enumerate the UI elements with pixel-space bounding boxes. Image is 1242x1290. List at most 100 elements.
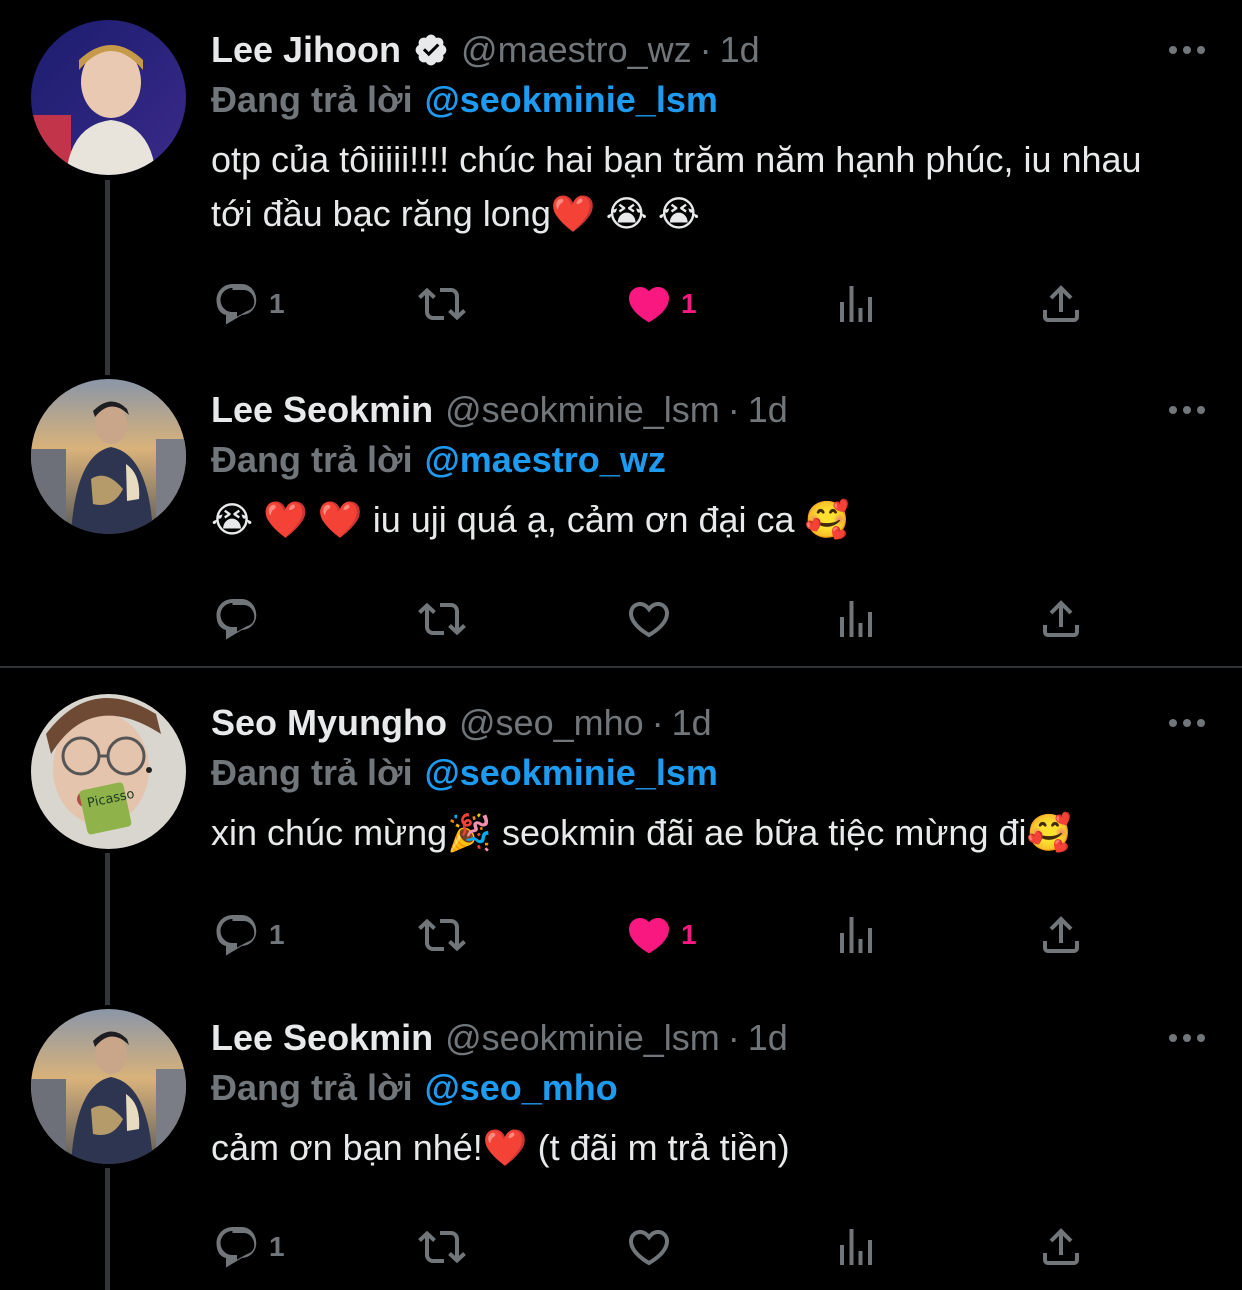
replying-to-label: Đang trả lời bbox=[211, 1067, 413, 1108]
analytics-icon bbox=[832, 595, 880, 643]
separator-dot: · bbox=[699, 29, 712, 70]
tweet-header: Lee Seokmin @seokminie_lsm · 1d bbox=[211, 1013, 1212, 1063]
display-name[interactable]: Lee Seokmin bbox=[211, 389, 433, 431]
handle[interactable]: @seo_mho bbox=[459, 702, 644, 744]
tweet[interactable]: Lee Seokmin @seokminie_lsm · 1d Đang trả… bbox=[0, 1004, 1242, 1290]
like-button[interactable]: 1 bbox=[625, 905, 697, 965]
tweet[interactable]: Lee Seokmin @seokminie_lsm · 1d Đang trả… bbox=[0, 370, 1242, 666]
avatar-image bbox=[31, 20, 186, 175]
retweet-icon bbox=[418, 911, 466, 959]
avatar[interactable]: Picasso bbox=[31, 694, 186, 849]
conversation-feed: Lee Jihoon @maestro_wz · 1d Đang trả lời… bbox=[0, 0, 1242, 1290]
replying-to-handle[interactable]: @maestro_wz bbox=[425, 439, 666, 481]
reply-button[interactable]: 1 bbox=[213, 1217, 285, 1277]
heart-icon bbox=[625, 1223, 673, 1271]
reply-button[interactable]: 1 bbox=[213, 905, 285, 965]
share-button[interactable] bbox=[1037, 905, 1085, 965]
tweet-text: cảm ơn bạn nhé!❤️ (t đãi m trả tiền) bbox=[211, 1127, 790, 1168]
analytics-icon bbox=[832, 911, 880, 959]
reply-icon bbox=[213, 911, 261, 959]
replying-to-handle[interactable]: @seokminie_lsm bbox=[425, 752, 718, 794]
replying-to-handle[interactable]: @seokminie_lsm bbox=[425, 79, 718, 121]
replying-to-label: Đang trả lời bbox=[211, 752, 413, 793]
reply-button[interactable]: 1 bbox=[213, 274, 285, 334]
retweet-icon bbox=[418, 280, 466, 328]
replying-to-handle[interactable]: @seo_mho bbox=[425, 1067, 618, 1109]
reply-count: 1 bbox=[269, 288, 285, 319]
reply-icon bbox=[213, 280, 261, 328]
like-count: 1 bbox=[681, 288, 697, 319]
retweet-icon bbox=[418, 1223, 466, 1271]
separator-dot: · bbox=[727, 389, 740, 430]
like-button[interactable] bbox=[625, 1217, 681, 1277]
share-icon bbox=[1037, 911, 1085, 959]
reply-count: 1 bbox=[269, 1231, 285, 1262]
handle[interactable]: @seokminie_lsm bbox=[445, 1017, 720, 1059]
reply-count: 1 bbox=[269, 919, 285, 950]
retweet-icon bbox=[418, 595, 466, 643]
handle[interactable]: @maestro_wz bbox=[461, 29, 692, 71]
replying-to: Đang trả lời @seokminie_lsm bbox=[211, 748, 1212, 798]
reply-button[interactable] bbox=[213, 589, 269, 649]
analytics-icon bbox=[832, 1223, 880, 1271]
replying-to-label: Đang trả lời bbox=[211, 79, 413, 120]
tweet-header: Lee Jihoon @maestro_wz · 1d bbox=[211, 25, 1212, 75]
tweet-header: Seo Myungho @seo_mho · 1d bbox=[211, 698, 1212, 748]
retweet-button[interactable] bbox=[418, 589, 466, 649]
display-name[interactable]: Seo Myungho bbox=[211, 702, 447, 744]
reply-icon bbox=[213, 595, 261, 643]
share-icon bbox=[1037, 1223, 1085, 1271]
views-button[interactable] bbox=[832, 905, 880, 965]
separator-dot: · bbox=[727, 1017, 740, 1058]
retweet-button[interactable] bbox=[418, 905, 466, 965]
avatar-image bbox=[31, 1009, 186, 1164]
replying-to: Đang trả lời @maestro_wz bbox=[211, 435, 1212, 485]
like-button[interactable]: 1 bbox=[625, 274, 697, 334]
more-icon[interactable] bbox=[1162, 385, 1212, 435]
retweet-button[interactable] bbox=[418, 1217, 466, 1277]
tweet-actions: 1 bbox=[0, 1217, 1242, 1277]
views-button[interactable] bbox=[832, 274, 880, 334]
like-button[interactable] bbox=[625, 589, 681, 649]
timestamp[interactable]: 1d bbox=[748, 1017, 788, 1059]
replying-to: Đang trả lời @seokminie_lsm bbox=[211, 75, 1212, 125]
heart-icon bbox=[625, 280, 673, 328]
share-button[interactable] bbox=[1037, 589, 1085, 649]
avatar[interactable] bbox=[31, 1009, 186, 1164]
views-button[interactable] bbox=[832, 1217, 880, 1277]
reply-icon bbox=[213, 1223, 261, 1271]
heart-icon bbox=[625, 595, 673, 643]
display-name[interactable]: Lee Seokmin bbox=[211, 1017, 433, 1059]
tweet-actions: 1 1 bbox=[0, 905, 1242, 965]
avatar[interactable] bbox=[31, 20, 186, 175]
tweet-actions: 1 1 bbox=[0, 274, 1242, 334]
retweet-button[interactable] bbox=[418, 274, 466, 334]
handle[interactable]: @seokminie_lsm bbox=[445, 389, 720, 431]
share-icon bbox=[1037, 595, 1085, 643]
more-icon[interactable] bbox=[1162, 1013, 1212, 1063]
more-icon[interactable] bbox=[1162, 25, 1212, 75]
views-button[interactable] bbox=[832, 589, 880, 649]
tweet[interactable]: Picasso Seo Myungho @seo_mho · 1d Đang t… bbox=[0, 668, 1242, 1004]
analytics-icon bbox=[832, 280, 880, 328]
tweet-actions bbox=[0, 589, 1242, 649]
avatar-image: Picasso bbox=[31, 694, 186, 849]
replying-to-label: Đang trả lời bbox=[211, 439, 413, 480]
avatar-image bbox=[31, 379, 186, 534]
tweet[interactable]: Lee Jihoon @maestro_wz · 1d Đang trả lời… bbox=[0, 0, 1242, 370]
tweet-header: Lee Seokmin @seokminie_lsm · 1d bbox=[211, 385, 1212, 435]
share-button[interactable] bbox=[1037, 1217, 1085, 1277]
more-icon[interactable] bbox=[1162, 698, 1212, 748]
avatar[interactable] bbox=[31, 379, 186, 534]
verified-badge-icon bbox=[413, 32, 449, 68]
tweet-text: otp của tôiiiii!!!! chúc hai bạn trăm nă… bbox=[211, 139, 1142, 234]
tweet-text: xin chúc mừng🎉 seokmin đãi ae bữa tiệc m… bbox=[211, 812, 1072, 853]
timestamp[interactable]: 1d bbox=[748, 389, 788, 431]
timestamp[interactable]: 1d bbox=[720, 29, 760, 71]
tweet-text: 😭 ❤️ ❤️ iu uji quá ạ, cảm ơn đại ca 🥰 bbox=[211, 499, 850, 540]
display-name[interactable]: Lee Jihoon bbox=[211, 29, 401, 71]
heart-icon bbox=[625, 911, 673, 959]
timestamp[interactable]: 1d bbox=[672, 702, 712, 744]
separator-dot: · bbox=[651, 702, 664, 743]
share-button[interactable] bbox=[1037, 274, 1085, 334]
